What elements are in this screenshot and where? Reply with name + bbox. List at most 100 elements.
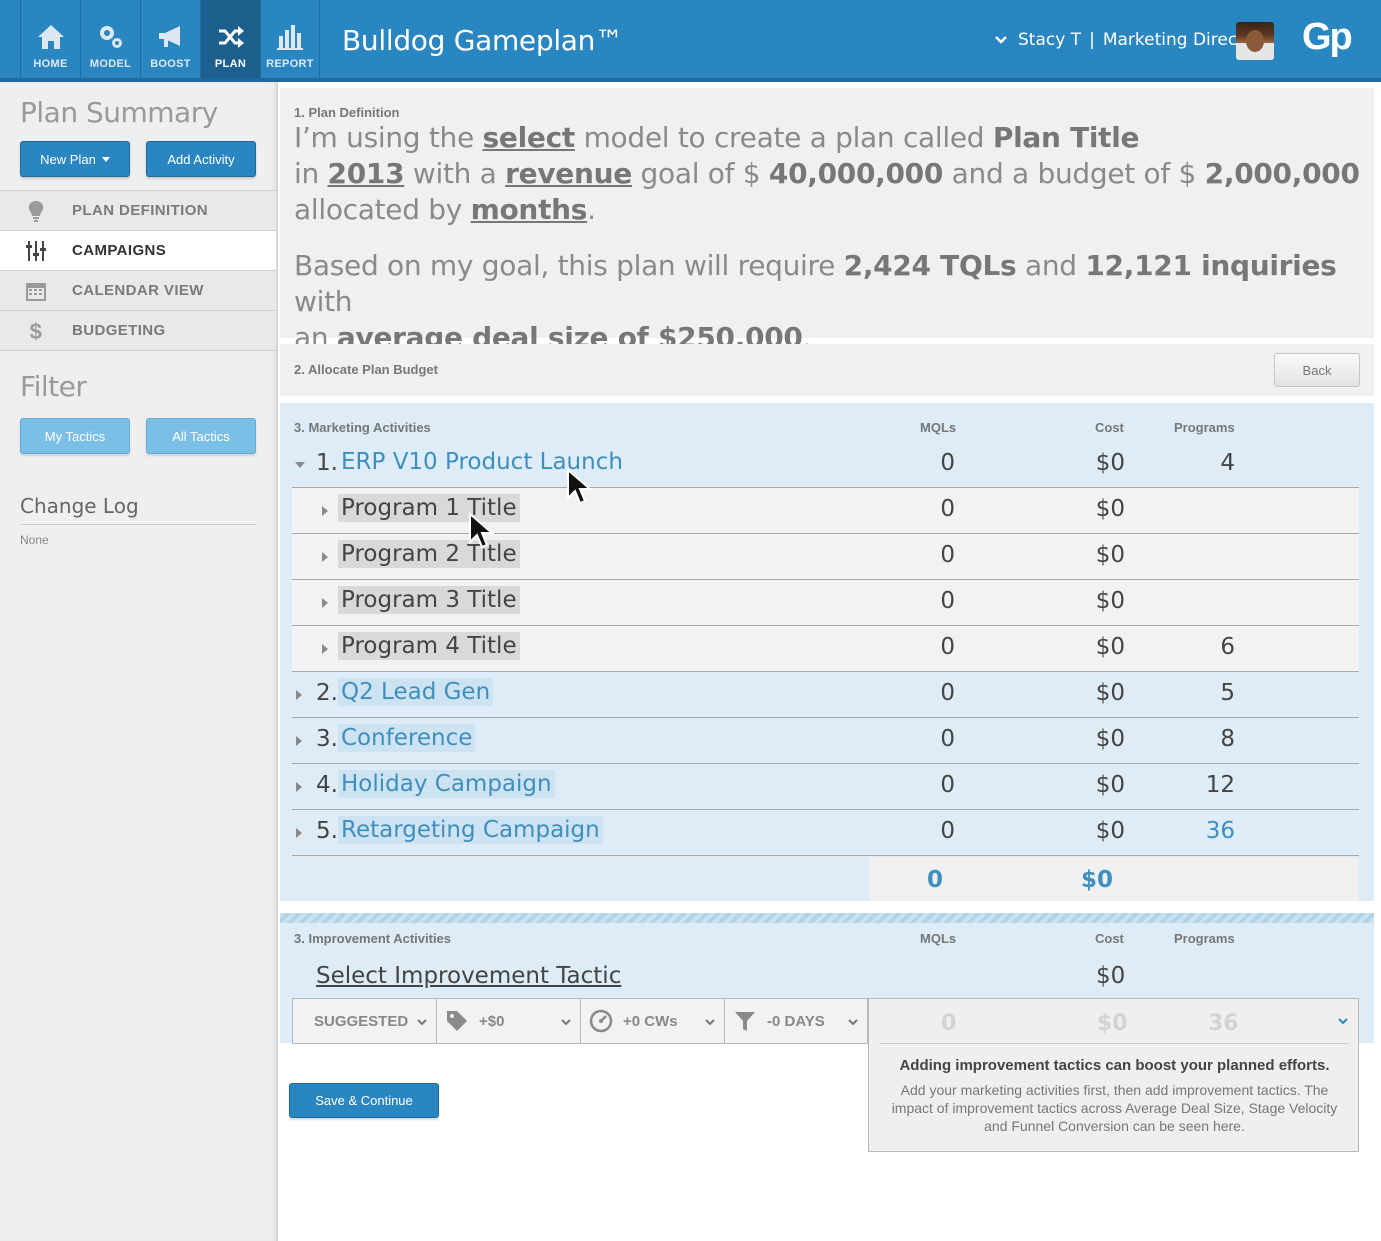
goal-value[interactable]: 40,000,000 [769,157,943,190]
nav-home-button[interactable]: HOME [20,0,80,78]
shuffle-icon [218,26,244,48]
budget-value[interactable]: 2,000,000 [1205,157,1360,190]
plan-definition-section: 1. Plan Definition I’m using the select … [280,88,1374,354]
expand-toggle-icon[interactable] [322,644,328,654]
programs-value[interactable]: 36 [1206,818,1235,844]
mouse-cursor-icon [567,468,593,505]
tag-icon [447,1011,467,1031]
mqls-value: 0 [940,818,955,844]
chevron-down-icon [995,36,1007,44]
programs-value: 8 [1220,726,1235,752]
chevron-down-icon [705,1019,715,1026]
sidebar-item-plan-definition[interactable]: PLAN DEFINITION [0,191,276,231]
save-continue-button[interactable]: Save & Continue [289,1083,439,1118]
programs-value: 4 [1220,450,1235,476]
sidebar-item-budgeting[interactable]: $ BUDGETING [0,311,276,351]
expand-toggle-icon[interactable] [296,782,302,792]
mqls-value: 0 [940,542,955,568]
goal-type-select[interactable]: revenue [505,157,632,190]
cost-impact-label: +$0 [479,1012,505,1030]
col-header-cost: Cost [1095,931,1124,946]
improvement-dropdowns: SUGGESTED +$0 +0 CWs -0 DAYS [292,998,868,1044]
dollar-icon: $ [30,319,43,343]
suggested-dropdown[interactable]: SUGGESTED [292,998,436,1044]
expand-toggle-icon[interactable] [322,552,328,562]
collapse-toggle-icon[interactable] [295,462,305,468]
select-improvement-tactic-link[interactable]: Select Improvement Tactic [316,963,621,989]
nav-home-label: HOME [33,58,68,70]
main-nav: HOME MODEL BOOST PLAN REPORT [20,0,320,78]
nav-report-button[interactable]: REPORT [260,0,320,78]
cost-value: $0 [1095,818,1125,844]
plan-definition-sentence: I’m using the select model to create a p… [294,121,1360,354]
expand-toggle-icon[interactable] [322,598,328,608]
program-row[interactable]: Program 1 Title 0 $0 [292,488,1359,534]
expand-toggle-icon[interactable] [296,828,302,838]
sidebar-item-campaigns[interactable]: CAMPAIGNS [0,231,276,271]
lightbulb-icon [28,200,44,222]
user-menu[interactable]: Stacy T | Marketing Director [994,30,1261,50]
expand-toggle-icon[interactable] [296,736,302,746]
marketing-activities-section: 3. Marketing Activities MQLs Cost Progra… [280,403,1374,901]
cost-impact-dropdown[interactable]: +$0 [436,998,580,1044]
campaign-name[interactable]: Retargeting Campaign [338,816,603,844]
campaign-row[interactable]: 2. Q2 Lead Gen 0 $0 5 [292,672,1359,718]
section-divider [280,913,1374,923]
program-row[interactable]: Program 2 Title 0 $0 [292,534,1359,580]
chevron-down-icon [561,1019,571,1026]
plan-title[interactable]: Plan Title [993,121,1140,154]
nav-plan-label: PLAN [214,58,247,70]
nav-boost-button[interactable]: BOOST [140,0,200,78]
allocate-budget-label: 2. Allocate Plan Budget [294,362,438,377]
campaign-row[interactable]: 3. Conference 0 $0 8 [292,718,1359,764]
cws-impact-dropdown[interactable]: +0 CWs [580,998,724,1044]
nav-plan-button[interactable]: PLAN [200,0,260,78]
megaphone-icon [158,26,180,47]
new-plan-button[interactable]: New Plan [20,141,130,177]
sidebar-item-label: PLAN DEFINITION [72,202,208,219]
campaign-row[interactable]: 1. ERP V10 Product Launch 0 $0 4 [292,442,1359,488]
cost-value: $0 [1095,726,1125,752]
year-select[interactable]: 2013 [328,157,405,190]
nav-model-button[interactable]: MODEL [80,0,140,78]
days-impact-dropdown[interactable]: -0 DAYS [724,998,868,1044]
campaign-row[interactable]: 5. Retargeting Campaign 0 $0 36 [292,810,1359,856]
campaign-name[interactable]: Conference [338,724,476,752]
program-row[interactable]: Program 3 Title 0 $0 [292,580,1359,626]
cost-value: $0 [1095,496,1125,522]
add-activity-button[interactable]: Add Activity [146,141,256,177]
campaign-name[interactable]: Holiday Campaign [338,770,555,798]
programs-value: 5 [1220,680,1235,706]
campaign-name[interactable]: Q2 Lead Gen [338,678,494,706]
mqls-value: 0 [940,726,955,752]
calendar-icon [26,282,46,301]
svg-text:$: $ [30,319,43,343]
sidebar-nav: PLAN DEFINITION CAMPAIGNS CALENDAR VIEW … [0,190,276,351]
tqls-value: 2,424 TQLs [843,249,1017,282]
inquiries-value: 12,121 inquiries [1085,249,1337,282]
expand-toggle-icon[interactable] [296,690,302,700]
sidebar-item-calendar-view[interactable]: CALENDAR VIEW [0,271,276,311]
funnel-icon [735,1012,755,1031]
user-separator: | [1089,30,1095,50]
campaign-row[interactable]: 4. Holiday Campaign 0 $0 12 [292,764,1359,810]
suggested-label: SUGGESTED [314,1012,409,1030]
my-tactics-button[interactable]: My Tactics [20,418,130,454]
chevron-down-icon[interactable] [1337,1017,1349,1026]
improvement-activities-label: 3. Improvement Activities [294,931,452,946]
expand-toggle-icon[interactable] [322,506,328,516]
program-name[interactable]: Program 3 Title [338,586,520,614]
back-button[interactable]: Back [1274,353,1360,387]
all-tactics-button[interactable]: All Tactics [146,418,256,454]
cost-value: $0 [1095,588,1125,614]
home-icon [37,25,64,49]
program-row[interactable]: Program 4 Title 0 $0 6 [292,626,1359,672]
col-header-programs: Programs [1174,420,1235,435]
mqls-value: 0 [940,634,955,660]
sliders-icon [26,240,46,261]
avatar[interactable] [1236,22,1274,60]
program-name[interactable]: Program 4 Title [338,632,520,660]
model-select[interactable]: select [483,121,576,154]
allocation-select[interactable]: months [471,193,588,226]
plan-definition-label: 1. Plan Definition [294,105,400,120]
